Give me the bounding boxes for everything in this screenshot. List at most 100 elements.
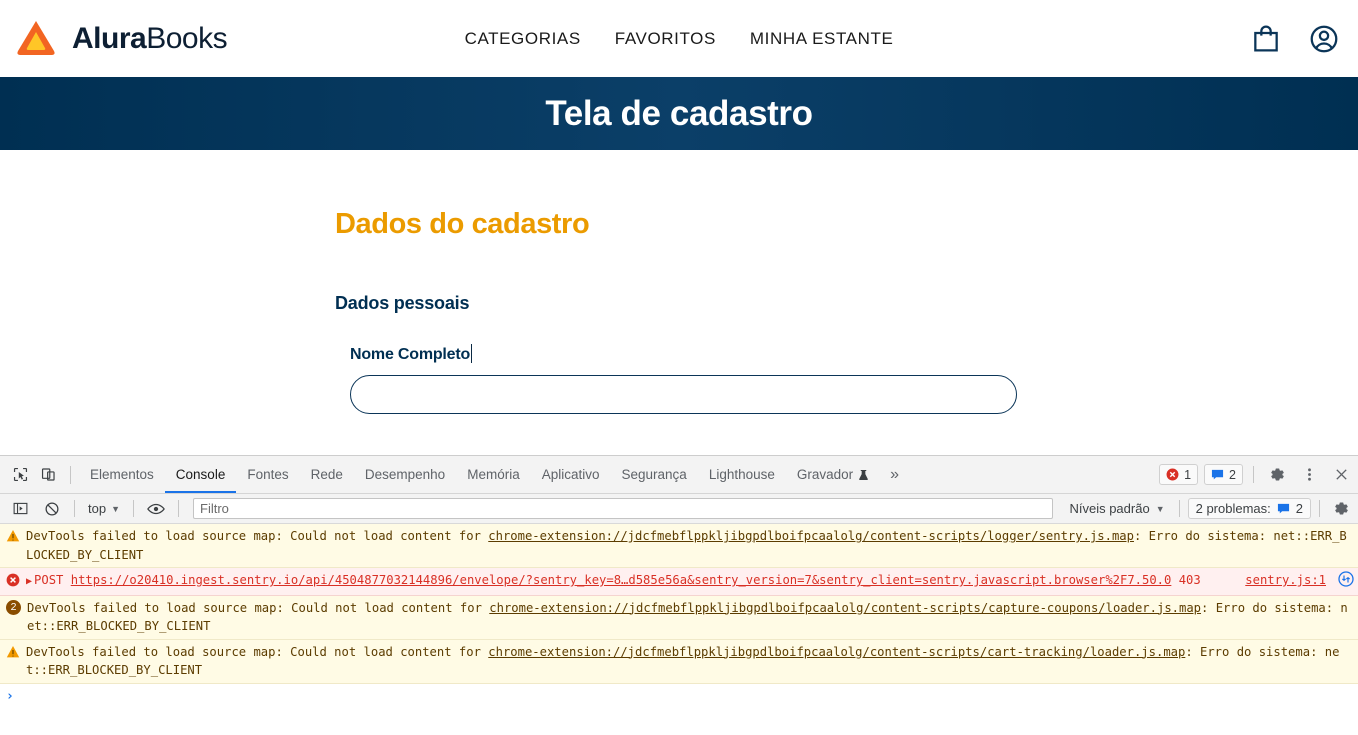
console-toolbar-divider-4: [1178, 500, 1180, 517]
request-method: POST: [34, 573, 64, 587]
devtools-tabbar: Elementos Console Fontes Rede Desempenho…: [0, 456, 1358, 494]
prompt-chevron-icon: ›: [6, 688, 14, 704]
inspect-element-icon[interactable]: [6, 461, 34, 489]
console-toolbar-divider-2: [133, 500, 134, 517]
issues-label: 2 problemas:: [1195, 501, 1271, 516]
sidebar-icon: [13, 502, 27, 515]
source-location-link[interactable]: sentry.js:1: [1245, 571, 1326, 590]
shopping-bag-icon[interactable]: [1250, 23, 1282, 55]
tab-label: Rede: [310, 467, 343, 482]
warning-triangle-icon: [6, 645, 20, 657]
expand-triangle-icon[interactable]: ▶: [26, 576, 32, 587]
devtools-panel: Elementos Console Fontes Rede Desempenho…: [0, 455, 1358, 735]
console-sidebar-toggle-icon[interactable]: [6, 495, 34, 523]
tab-seguranca[interactable]: Segurança: [611, 456, 698, 493]
chevron-down-icon: ▼: [1155, 503, 1165, 514]
source-map-link[interactable]: chrome-extension://jdcfmebflppkljibgpdlb…: [488, 645, 1185, 659]
tab-label: Aplicativo: [541, 467, 600, 482]
tab-label: Console: [175, 467, 226, 482]
message-count-badge: 2: [6, 599, 21, 615]
registration-form: Dados do cadastro Dados pessoais Nome Co…: [0, 150, 1358, 414]
page-title: Tela de cadastro: [545, 93, 813, 133]
close-icon: [1335, 469, 1347, 480]
nav-item-favoritos[interactable]: FAVORITOS: [615, 29, 716, 49]
tab-lighthouse[interactable]: Lighthouse: [698, 456, 786, 493]
console-toolbar: top ▼ Níveis padrão ▼ 2 problemas: 2: [0, 494, 1358, 524]
log-levels-selector[interactable]: Níveis padrão ▼: [1063, 501, 1170, 516]
settings-gear-icon[interactable]: [1264, 462, 1290, 488]
brand-name-light: Books: [146, 21, 228, 55]
brand-logo-group[interactable]: AluraBooks: [14, 17, 228, 61]
console-filter-input[interactable]: [193, 498, 1054, 519]
message-prefix: DevTools failed to load source map: Coul…: [27, 600, 490, 615]
tab-label: Segurança: [621, 467, 687, 482]
console-input[interactable]: [20, 689, 1352, 705]
tab-console[interactable]: Console: [165, 456, 237, 493]
console-toolbar-divider-1: [74, 500, 75, 517]
kebab-dots-icon: [1307, 468, 1311, 481]
tab-label: Desempenho: [364, 467, 446, 482]
text-caret: [471, 344, 473, 363]
error-circle-icon: [6, 573, 20, 587]
gear-icon-shape: [1334, 502, 1348, 515]
console-message-list[interactable]: DevTools failed to load source map: Coul…: [0, 524, 1358, 735]
live-expression-eye-icon[interactable]: [142, 495, 170, 523]
tab-elementos[interactable]: Elementos: [79, 456, 165, 493]
message-bubble-icon: [1277, 503, 1289, 514]
chevron-down-icon: ▼: [111, 503, 120, 514]
error-count-badge[interactable]: 1: [1159, 464, 1199, 485]
field-label-text: Nome Completo: [350, 346, 471, 363]
tab-desempenho[interactable]: Desempenho: [354, 456, 456, 493]
form-section-title: Dados pessoais: [335, 293, 470, 313]
issues-button[interactable]: 2 problemas: 2: [1187, 498, 1311, 519]
execution-context-selector[interactable]: top ▼: [83, 501, 125, 516]
triangle-logo-icon: [17, 20, 55, 55]
field-nome-completo: Nome Completo: [335, 344, 1358, 414]
beaker-icon: [859, 469, 868, 480]
console-message-warning-grouped[interactable]: 2 DevTools failed to load source map: Co…: [0, 595, 1358, 640]
info-count: 2: [1229, 467, 1236, 482]
tab-label: Lighthouse: [708, 467, 775, 482]
tab-fontes[interactable]: Fontes: [236, 456, 299, 493]
tab-label: Fontes: [247, 467, 289, 482]
nav-item-categorias[interactable]: CATEGORIAS: [465, 29, 581, 49]
request-url-link[interactable]: https://o20410.ingest.sentry.io/api/4504…: [71, 573, 1172, 587]
tab-gravador[interactable]: Gravador: [786, 456, 880, 493]
source-map-link[interactable]: chrome-extension://jdcfmebflppkljibgpdlb…: [489, 601, 1201, 615]
tab-aplicativo[interactable]: Aplicativo: [531, 456, 611, 493]
more-options-kebab-icon[interactable]: [1296, 462, 1322, 488]
clear-console-icon[interactable]: [38, 495, 66, 523]
console-message-warning[interactable]: DevTools failed to load source map: Coul…: [0, 639, 1358, 684]
more-tabs-chevron-icon[interactable]: »: [880, 456, 909, 493]
console-message-text: DevTools failed to load source map: Coul…: [27, 599, 1354, 636]
error-circle-icon: [1166, 468, 1179, 481]
tab-label: Elementos: [90, 467, 154, 482]
close-devtools-icon[interactable]: [1328, 462, 1354, 488]
input-nome-completo[interactable]: [350, 375, 1017, 414]
web-page: AluraBooks CATEGORIAS FAVORITOS MINHA ES…: [0, 0, 1358, 455]
brand-name: AluraBooks: [72, 21, 228, 56]
tab-label: Memória: [467, 467, 520, 482]
issues-count: 2: [1295, 501, 1303, 516]
devtools-tabbar-actions: 1 2: [1159, 462, 1358, 488]
device-toolbar-icon[interactable]: [34, 461, 62, 489]
console-settings-gear-icon[interactable]: [1328, 496, 1354, 522]
actions-divider: [1253, 466, 1254, 483]
brand-name-strong: Alura: [72, 21, 147, 55]
source-map-link[interactable]: chrome-extension://jdcfmebflppkljibgpdlb…: [488, 529, 1134, 543]
network-request-icon[interactable]: [1338, 571, 1354, 587]
user-account-icon[interactable]: [1308, 23, 1340, 55]
console-message-text: ▶ POST https://o20410.ingest.sentry.io/ap…: [26, 571, 1231, 592]
info-count-badge[interactable]: 2: [1204, 464, 1243, 485]
tab-rede[interactable]: Rede: [300, 456, 354, 493]
message-prefix: DevTools failed to load source map: Coul…: [26, 644, 489, 659]
console-message-error[interactable]: ▶ POST https://o20410.ingest.sentry.io/ap…: [0, 568, 1358, 596]
console-message-warning[interactable]: DevTools failed to load source map: Coul…: [0, 524, 1358, 568]
console-prompt[interactable]: ›: [0, 683, 1358, 710]
header-actions: [1250, 23, 1340, 55]
message-bubble-icon: [1211, 469, 1224, 480]
execution-context-label: top: [88, 501, 107, 516]
tab-memoria[interactable]: Memória: [456, 456, 531, 493]
nav-item-minha-estante[interactable]: MINHA ESTANTE: [750, 29, 894, 49]
ban-icon: [45, 502, 59, 515]
